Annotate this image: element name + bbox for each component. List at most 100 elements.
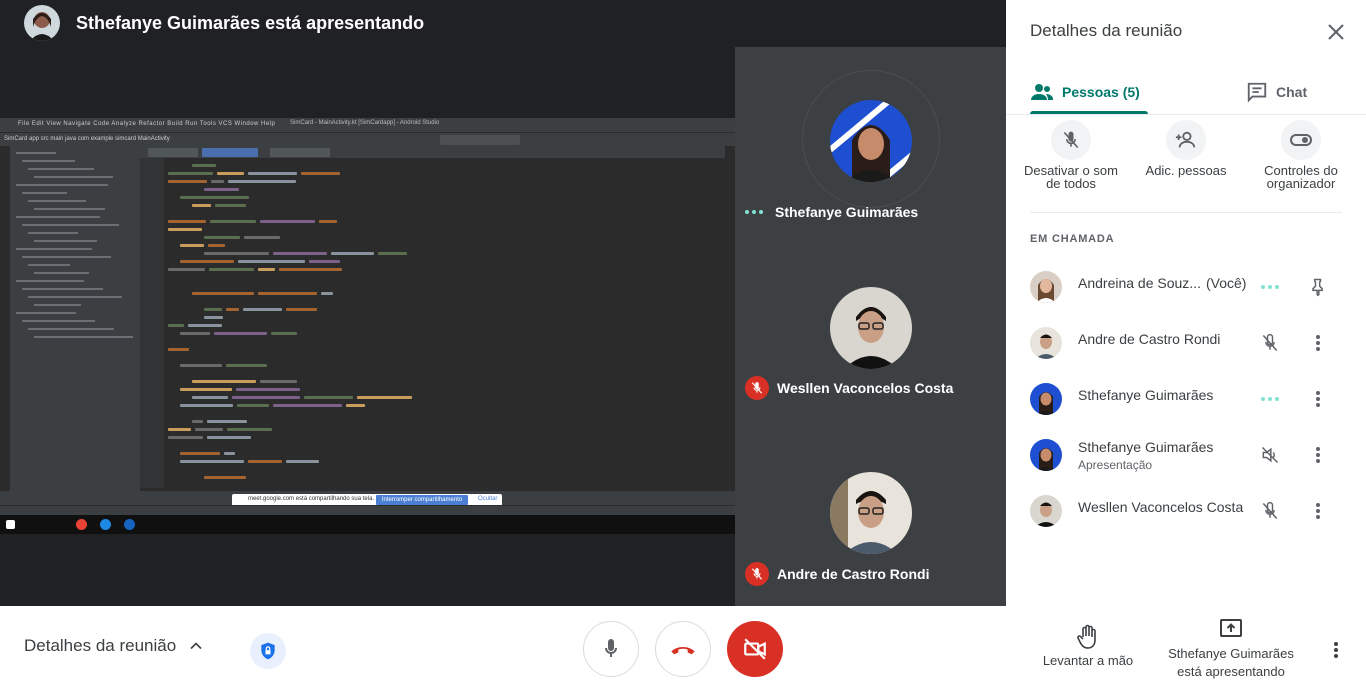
more-options-button[interactable]	[1306, 331, 1330, 355]
more-options-button[interactable]	[1324, 638, 1348, 662]
ide-toolbar: SimCard app src main java com example si…	[0, 132, 735, 146]
mic-off-icon	[1051, 120, 1091, 160]
hand-icon	[1077, 624, 1096, 649]
participant-subtitle: Apresentação	[1078, 458, 1153, 472]
microphone-button[interactable]	[583, 621, 639, 677]
more-vert-icon	[1316, 391, 1320, 407]
code-line	[226, 308, 239, 311]
ide-run-config	[440, 135, 520, 145]
section-label: EM CHAMADA	[1030, 233, 1115, 245]
code-line	[180, 260, 234, 263]
code-line	[236, 388, 300, 391]
stop-sharing-label: Interromper compartilhamento	[381, 497, 463, 503]
code-line	[237, 404, 269, 407]
more-options-button[interactable]	[1306, 443, 1330, 467]
call-end-icon	[671, 646, 695, 655]
code-line	[271, 332, 297, 335]
code-line	[192, 420, 203, 423]
code-line	[180, 244, 204, 247]
code-line	[192, 380, 256, 383]
host-controls-label: Controles do organizador	[1264, 163, 1338, 191]
code-line	[224, 452, 235, 455]
ide-code-editor	[164, 158, 725, 488]
code-line	[168, 228, 202, 231]
tree-item	[34, 176, 113, 178]
tree-item	[34, 208, 105, 210]
close-panel-button[interactable]	[1324, 20, 1348, 44]
leave-call-button[interactable]	[655, 621, 711, 677]
code-line	[346, 404, 365, 407]
more-options-button[interactable]	[1306, 387, 1330, 411]
code-line	[195, 428, 223, 431]
avatar	[1030, 495, 1062, 527]
code-line	[260, 380, 297, 383]
participant-row[interactable]: Wesllen Vaconcelos Costa	[1006, 483, 1366, 539]
code-line	[217, 172, 244, 175]
person-add-icon	[1166, 120, 1206, 160]
close-icon	[1328, 24, 1344, 40]
code-line	[180, 364, 222, 367]
mic-off-icon	[745, 376, 769, 400]
security-button[interactable]	[250, 633, 286, 669]
add-people-label: Adic. pessoas	[1145, 163, 1227, 178]
tree-item	[28, 200, 86, 202]
divider	[1030, 212, 1342, 213]
tile-andre[interactable]: Andre de Castro Rondi	[735, 419, 1006, 605]
windows-taskbar	[0, 515, 735, 534]
tree-item	[16, 248, 92, 250]
raise-hand-button[interactable]: Levantar a mão	[1030, 624, 1146, 668]
meeting-details-button[interactable]: Detalhes da reunião	[24, 636, 206, 656]
tree-item	[22, 256, 111, 258]
ide-gutter	[140, 158, 164, 488]
participant-name: Andreina de Souz...	[1078, 275, 1201, 291]
code-line	[207, 436, 251, 439]
app-icon	[100, 519, 111, 530]
host-controls-button[interactable]: Controles do organizador	[1246, 120, 1356, 190]
speaking-indicator-icon	[1258, 275, 1282, 299]
tile-sthefanye[interactable]: Sthefanye Guimarães	[735, 47, 1006, 233]
ide-window-title: SimCard - MainActivity.kt [SimCardapp] -…	[290, 120, 440, 126]
participant-row[interactable]: Sthefanye Guimarães	[1006, 371, 1366, 427]
code-line	[286, 460, 319, 463]
participant-row[interactable]: Andre de Castro Rondi	[1006, 315, 1366, 371]
avatar	[1030, 439, 1062, 471]
participant-you-tag: (Você)	[1206, 275, 1247, 291]
speaking-indicator-icon	[1258, 387, 1282, 411]
panel-title: Detalhes da reunião	[1030, 21, 1183, 40]
avatar	[830, 472, 912, 554]
code-line	[214, 332, 267, 335]
mic-icon	[605, 639, 617, 657]
ide-menu: File Edit View Navigate Code Analyze Ref…	[18, 121, 276, 127]
tree-item	[28, 328, 114, 330]
code-line	[321, 292, 333, 295]
add-people-button[interactable]: Adic. pessoas	[1131, 120, 1241, 177]
code-line	[238, 260, 305, 263]
tree-item	[22, 160, 75, 162]
tab-people[interactable]: Pessoas (5)	[1030, 70, 1148, 114]
tree-item	[34, 304, 81, 306]
raise-hand-label: Levantar a mão	[1042, 653, 1134, 668]
ide-status-bar	[0, 505, 735, 515]
code-line	[331, 252, 374, 255]
tile-name: Andre de Castro Rondi	[777, 566, 930, 582]
code-line	[180, 404, 233, 407]
presenting-button[interactable]: Sthefanye Guimarães está apresentando	[1160, 618, 1302, 681]
camera-button[interactable]	[727, 621, 783, 677]
participant-row[interactable]: Andreina de Souz... (Você)	[1006, 259, 1366, 315]
windows-start-icon	[6, 520, 15, 529]
mute-all-button[interactable]: Desativar o som de todos	[1016, 120, 1126, 190]
more-vert-icon	[1334, 642, 1338, 658]
participant-name: Wesllen Vaconcelos Costa	[1078, 499, 1244, 515]
meeting-details-label: Detalhes da reunião	[24, 636, 177, 655]
participant-row[interactable]: Sthefanye Guimarães Apresentação	[1006, 427, 1366, 483]
more-options-button[interactable]	[1306, 499, 1330, 523]
tab-chat[interactable]: Chat	[1246, 70, 1307, 114]
speaking-indicator-icon	[745, 210, 763, 214]
code-line	[204, 236, 240, 239]
code-line	[192, 204, 211, 207]
toggle-icon	[1281, 120, 1321, 160]
tile-wesllen[interactable]: Wesllen Vaconcelos Costa	[735, 233, 1006, 419]
pin-button[interactable]	[1306, 275, 1330, 299]
code-line	[192, 396, 228, 399]
tree-item	[22, 288, 103, 290]
